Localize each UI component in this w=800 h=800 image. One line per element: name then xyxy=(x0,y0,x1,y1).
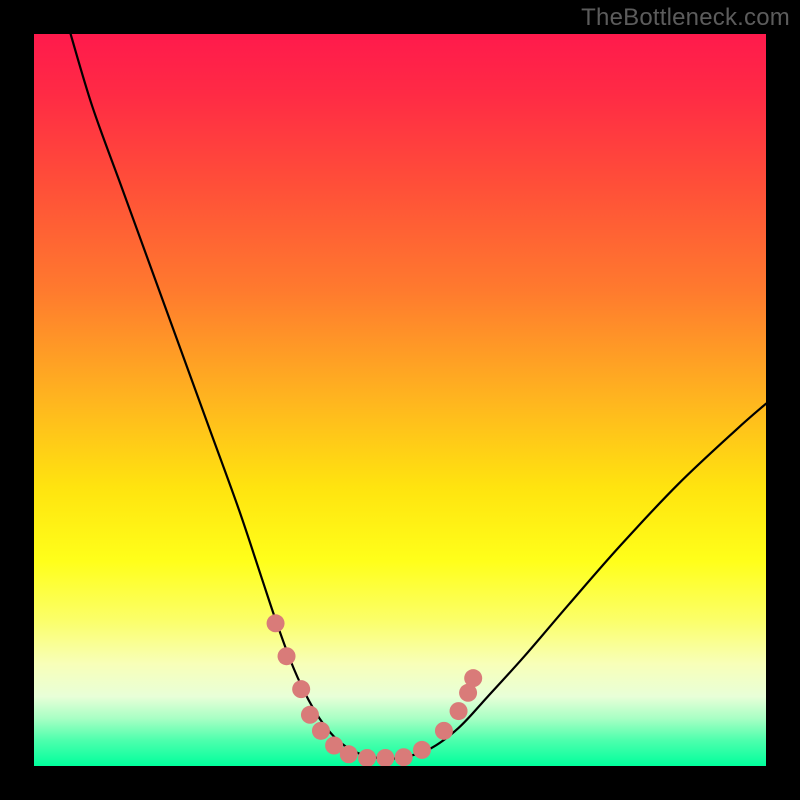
curve-marker xyxy=(312,722,330,740)
curve-marker xyxy=(301,706,319,724)
curve-marker xyxy=(435,722,453,740)
curve-marker xyxy=(450,702,468,720)
curve-marker xyxy=(267,614,285,632)
gradient-background xyxy=(34,34,766,766)
curve-marker xyxy=(278,647,296,665)
chart-frame: TheBottleneck.com xyxy=(0,0,800,800)
curve-marker xyxy=(340,745,358,763)
curve-marker xyxy=(464,669,482,687)
curve-marker xyxy=(292,680,310,698)
curve-marker xyxy=(413,741,431,759)
curve-marker xyxy=(395,748,413,766)
watermark-text: TheBottleneck.com xyxy=(581,4,790,32)
bottleneck-chart xyxy=(34,34,766,766)
